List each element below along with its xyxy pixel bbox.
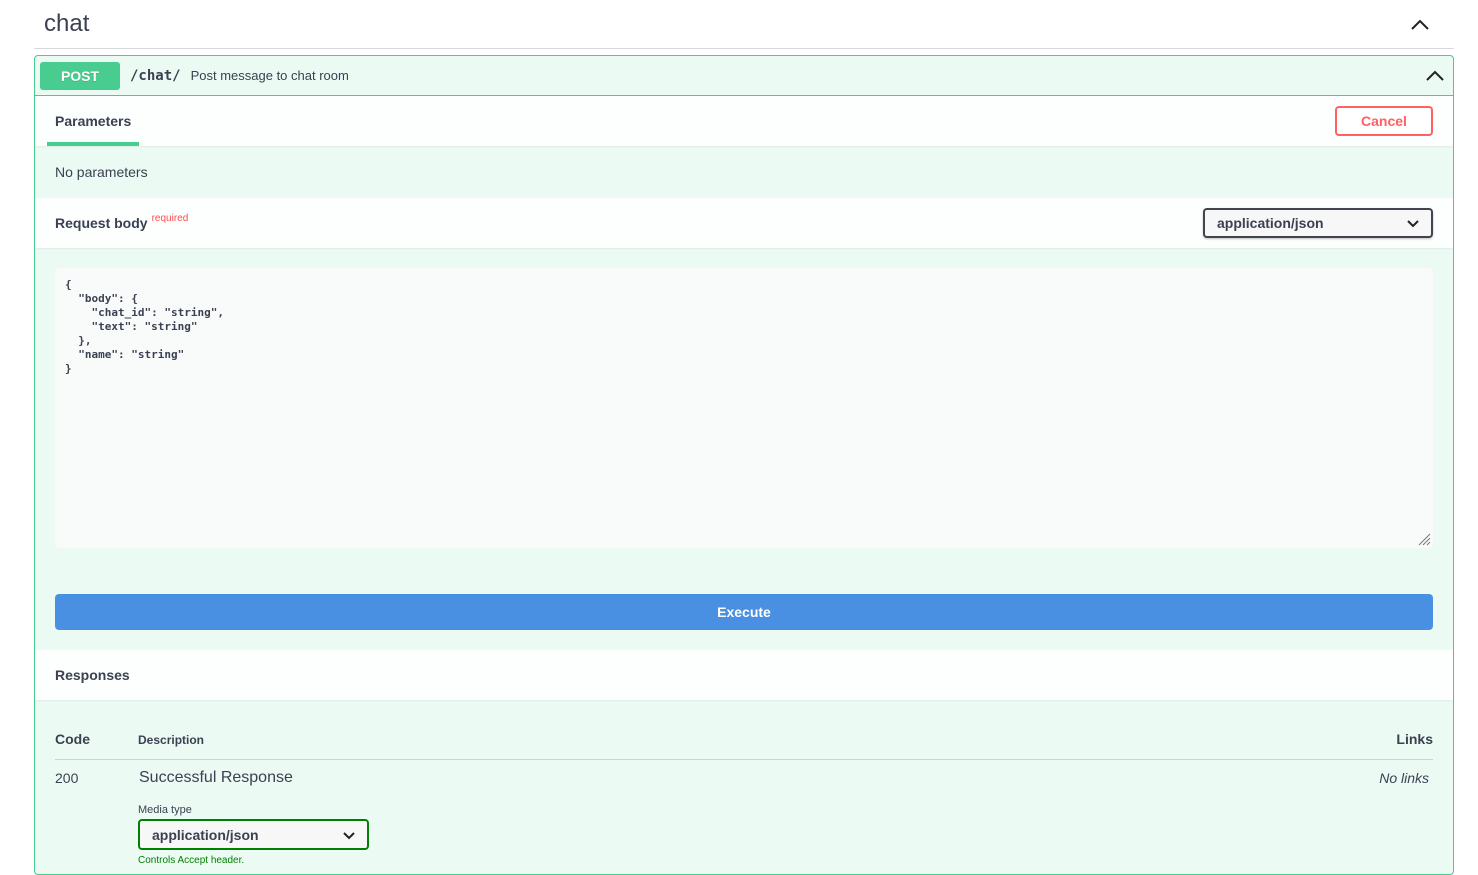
column-header-code: Code: [55, 731, 90, 747]
parameters-header: Parameters Cancel: [35, 96, 1453, 146]
request-body-header: Request body required application/json: [35, 198, 1453, 248]
tag-section-header[interactable]: chat: [34, 0, 1454, 49]
operation-block: POST /chat/ Post message to chat room Pa…: [34, 55, 1454, 875]
chevron-down-icon: [1407, 215, 1419, 231]
method-badge: POST: [40, 61, 120, 90]
operation-summary-text: Post message to chat room: [190, 68, 349, 83]
response-description: Successful Response: [139, 769, 293, 786]
media-type-value: application/json: [152, 826, 259, 843]
response-code: 200: [55, 770, 79, 786]
chevron-up-icon[interactable]: [1410, 14, 1430, 34]
execute-button[interactable]: Execute: [55, 594, 1433, 630]
column-header-links: Links: [1396, 731, 1433, 747]
request-body-editor[interactable]: { "body": { "chat_id": "string", "text":…: [55, 268, 1433, 548]
responses-title: Responses: [35, 650, 1453, 700]
chevron-up-icon[interactable]: [1425, 66, 1445, 86]
accept-header-hint: Controls Accept header.: [138, 855, 245, 866]
content-type-select[interactable]: application/json: [1203, 208, 1433, 238]
tab-parameters[interactable]: Parameters: [47, 96, 140, 146]
table-row: 200 Successful Response No links Media t…: [55, 760, 1433, 870]
operation-path: /chat/: [130, 67, 181, 84]
required-marker: required: [151, 213, 189, 224]
request-body-label: Request body: [55, 215, 148, 231]
no-parameters-text: No parameters: [55, 164, 148, 180]
operation-summary[interactable]: POST /chat/ Post message to chat room: [35, 56, 1453, 96]
media-type-select[interactable]: application/json: [138, 819, 369, 850]
media-type-label: Media type: [138, 804, 192, 816]
responses-table: Code Description Links 200 Successful Re…: [55, 720, 1433, 870]
tag-title: chat: [44, 10, 90, 37]
column-header-description: Description: [138, 733, 205, 747]
chevron-down-icon: [343, 827, 355, 843]
content-type-value: application/json: [1217, 215, 1324, 231]
responses-table-header: Code Description Links: [55, 720, 1433, 760]
cancel-button[interactable]: Cancel: [1335, 106, 1433, 136]
resize-handle-icon[interactable]: [1417, 532, 1431, 546]
request-body-title: Request body required: [55, 213, 189, 231]
response-links: No links: [1379, 770, 1429, 786]
request-body-textarea[interactable]: { "body": { "chat_id": "string", "text":…: [65, 278, 1423, 376]
